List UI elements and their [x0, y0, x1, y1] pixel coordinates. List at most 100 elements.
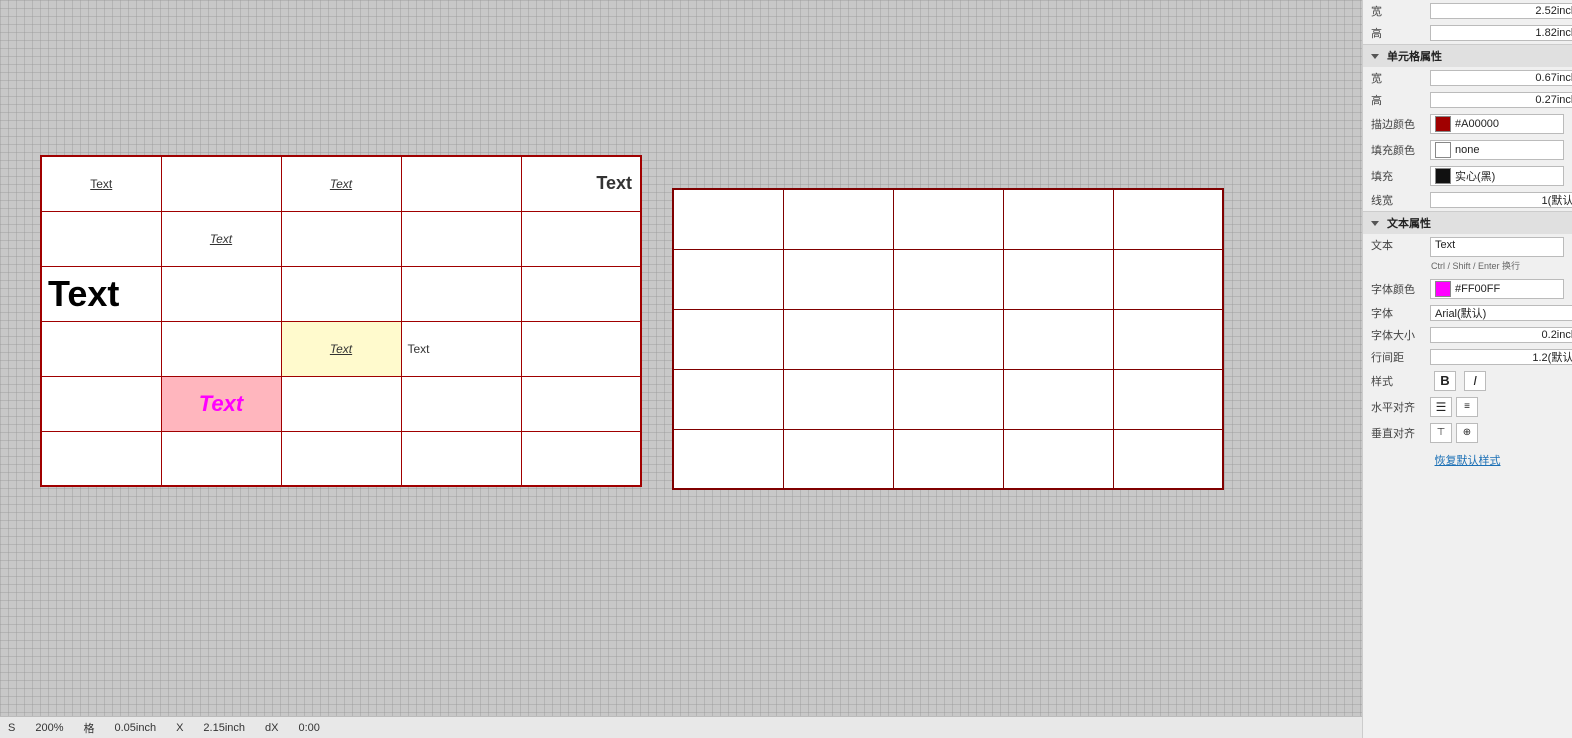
table-cell[interactable]	[521, 266, 641, 321]
restore-default-button[interactable]: 恢复默认样式	[1435, 452, 1501, 468]
table-cell[interactable]	[161, 321, 281, 376]
table-cell[interactable]	[41, 321, 161, 376]
table-cell[interactable]: Text	[41, 266, 161, 321]
valign-top-button[interactable]: ⊤	[1430, 423, 1452, 443]
line-width-input[interactable]	[1430, 192, 1572, 208]
table-cell[interactable]	[1003, 369, 1113, 429]
table-left: Text Text Text Text Text Text Text	[40, 155, 642, 487]
v-align-label: 垂直对齐	[1371, 425, 1426, 441]
table-cell[interactable]	[401, 431, 521, 486]
table-cell[interactable]: Text	[401, 321, 521, 376]
canvas-area[interactable]: Text Text Text Text Text Text Text	[0, 0, 1362, 738]
table-cell[interactable]	[673, 189, 783, 249]
table-cell[interactable]	[281, 211, 401, 266]
scale-label: S	[8, 722, 15, 734]
table-cell[interactable]	[1003, 189, 1113, 249]
table-cell[interactable]	[41, 376, 161, 431]
table-cell[interactable]	[783, 429, 893, 489]
table-cell[interactable]	[1113, 189, 1223, 249]
table-cell[interactable]	[281, 376, 401, 431]
font-row: 字体	[1363, 302, 1572, 324]
table-cell[interactable]	[893, 309, 1003, 369]
table-cell[interactable]	[281, 431, 401, 486]
table-cell[interactable]	[1003, 249, 1113, 309]
text-section-header[interactable]: 文本属性	[1363, 212, 1572, 234]
cell-width-input[interactable]	[1430, 70, 1572, 86]
table-cell[interactable]	[521, 321, 641, 376]
table-cell[interactable]: Text	[161, 211, 281, 266]
fill-label: 填充	[1371, 168, 1426, 184]
table-cell[interactable]	[1003, 429, 1113, 489]
table-cell[interactable]	[161, 156, 281, 211]
bold-button[interactable]: B	[1434, 371, 1456, 391]
table-cell[interactable]	[521, 376, 641, 431]
table-cell[interactable]	[161, 266, 281, 321]
table-cell[interactable]	[401, 266, 521, 321]
table-cell[interactable]	[1113, 369, 1223, 429]
table-cell[interactable]	[673, 309, 783, 369]
fill-value-swatch[interactable]: 实心(黑)	[1430, 166, 1564, 186]
valign-center-button[interactable]: ⊕	[1456, 423, 1478, 443]
table-cell[interactable]	[281, 266, 401, 321]
table-cell[interactable]	[401, 156, 521, 211]
line-spacing-input[interactable]	[1430, 349, 1572, 365]
table-cell[interactable]	[673, 369, 783, 429]
table-cell[interactable]: Text	[41, 156, 161, 211]
text-section-title: 文本属性	[1387, 215, 1431, 231]
table-row	[673, 309, 1223, 369]
grid-value: 0.05inch	[114, 722, 156, 734]
table-cell[interactable]	[673, 429, 783, 489]
font-input[interactable]	[1430, 305, 1572, 321]
fill-value-box	[1435, 168, 1451, 184]
style-label: 样式	[1371, 373, 1426, 389]
height-input[interactable]	[1430, 25, 1572, 41]
height-label: 高	[1371, 25, 1426, 41]
fill-color-swatch[interactable]: none	[1430, 140, 1564, 160]
table-cell[interactable]	[401, 211, 521, 266]
table-cell[interactable]	[1113, 309, 1223, 369]
cell-section-header[interactable]: 单元格属性	[1363, 45, 1572, 67]
font-label: 字体	[1371, 305, 1426, 321]
border-color-value: #A00000	[1455, 118, 1499, 130]
width-input[interactable]	[1430, 3, 1572, 19]
font-size-input[interactable]	[1430, 327, 1572, 343]
table-cell[interactable]: Text	[281, 156, 401, 211]
table-cell[interactable]	[401, 376, 521, 431]
width-label: 宽	[1371, 3, 1426, 19]
table-cell[interactable]: Text	[161, 376, 281, 431]
table-cell[interactable]	[1113, 429, 1223, 489]
table-cell[interactable]	[41, 211, 161, 266]
table-cell[interactable]	[893, 189, 1003, 249]
table-cell[interactable]	[1113, 249, 1223, 309]
cell-height-input[interactable]	[1430, 92, 1572, 108]
collapse-arrow	[1371, 54, 1379, 59]
table-cell[interactable]	[521, 431, 641, 486]
table-cell[interactable]	[783, 249, 893, 309]
align-right-button[interactable]: ≡	[1456, 397, 1478, 417]
table-cell[interactable]	[521, 211, 641, 266]
text-value: Text	[1430, 237, 1564, 257]
table-cell[interactable]	[893, 429, 1003, 489]
border-color-swatch[interactable]: #A00000	[1430, 114, 1564, 134]
table-right	[672, 188, 1224, 490]
cell-width-row: 宽	[1363, 67, 1572, 89]
table-cell[interactable]	[161, 431, 281, 486]
table-cell[interactable]	[783, 309, 893, 369]
table-cell[interactable]: Text	[281, 321, 401, 376]
table-cell[interactable]: Text	[521, 156, 641, 211]
italic-button[interactable]: I	[1464, 371, 1486, 391]
h-align-label: 水平对齐	[1371, 399, 1426, 415]
table-cell[interactable]	[783, 369, 893, 429]
table-cell[interactable]	[1003, 309, 1113, 369]
table-cell[interactable]	[673, 249, 783, 309]
table-cell[interactable]	[41, 431, 161, 486]
table-cell[interactable]	[893, 249, 1003, 309]
table-cell[interactable]	[783, 189, 893, 249]
align-left-button[interactable]: ☰	[1430, 397, 1452, 417]
font-color-swatch[interactable]: #FF00FF	[1430, 279, 1564, 299]
line-spacing-row: 行间距	[1363, 346, 1572, 368]
font-color-value: #FF00FF	[1455, 283, 1500, 295]
fill-value: 实心(黑)	[1455, 168, 1495, 184]
table-cell[interactable]	[893, 369, 1003, 429]
width-row: 宽	[1363, 0, 1572, 22]
